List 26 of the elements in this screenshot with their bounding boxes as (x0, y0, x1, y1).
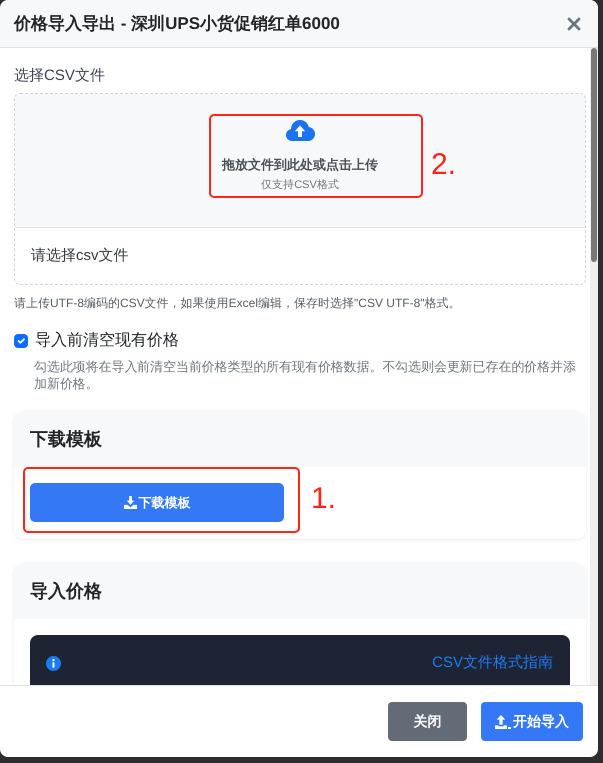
checkbox-label: 导入前清空现有价格 (35, 330, 179, 351)
file-list-text: 请选择csv文件 (31, 246, 128, 266)
card-title: 导入价格 (30, 580, 102, 603)
checkbox-description: 勾选此项将在导入前清空当前价格类型的所有现有价格数据。不勾选则会更新已存在的价格并添加新价格。 (34, 358, 577, 392)
close-icon (567, 16, 581, 30)
close-dialog-button[interactable]: 关闭 (388, 702, 467, 741)
scrollbar-thumb[interactable] (591, 48, 597, 262)
annotation-label: 2. (431, 148, 456, 182)
clear-existing-checkbox[interactable] (14, 334, 28, 348)
upload-icon (495, 714, 511, 728)
drop-instruction-text: 拖放文件到此处或点击上传 (222, 156, 378, 173)
dialog-title: 价格导入导出 - 深圳UPS小货促销红单6000 (14, 12, 340, 34)
card-title: 下载模板 (30, 428, 102, 451)
info-icon (46, 656, 61, 671)
format-guide-link[interactable]: CSV文件格式指南 (432, 651, 553, 675)
close-button[interactable] (567, 16, 581, 30)
file-drop-area[interactable]: 拖放文件到此处或点击上传 仅支持CSV格式 2. (15, 94, 585, 227)
download-template-button[interactable]: 下载模板 (30, 483, 284, 522)
field-label: 选择CSV文件 (14, 66, 105, 86)
annotation-label: 1. (311, 482, 336, 516)
help-text: 请上传UTF-8编码的CSV文件，如果使用Excel编辑，保存时选择"CSV UTF-8"格式。 (14, 295, 462, 312)
drop-hint-text: 仅支持CSV格式 (261, 178, 339, 193)
cloud-upload-icon (285, 120, 315, 141)
scrollbar-track[interactable] (590, 48, 598, 685)
start-import-button[interactable]: 开始导入 (481, 702, 583, 741)
download-icon (124, 496, 136, 509)
